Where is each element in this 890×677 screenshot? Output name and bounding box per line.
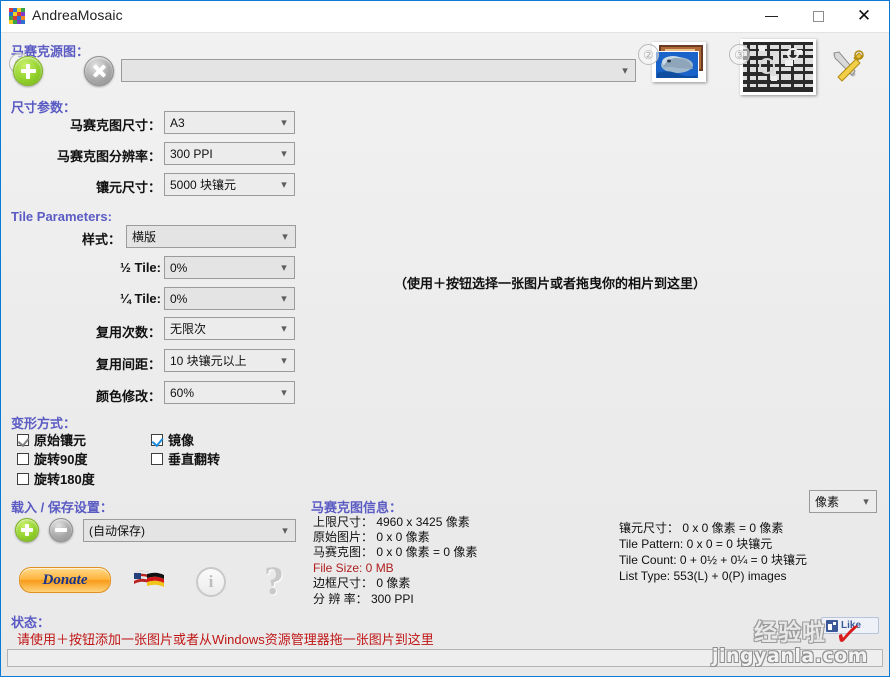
half-tile-value: 0% [170, 260, 188, 275]
reuse-distance-label: 复用间距： [95, 357, 161, 372]
quarter-tile-value: 0% [170, 291, 188, 306]
preset-select[interactable]: (自动保存) ▾ [83, 519, 296, 542]
checkbox-box-icon [151, 453, 163, 465]
status-message: 请使用＋按钮添加一张图片或者从Windows资源管理器拖一张图片到这里 [17, 632, 434, 647]
help-icon[interactable]: ? [264, 561, 284, 601]
checkbox-original-tile[interactable]: 原始镶元 [17, 430, 86, 449]
tile-info-tile-size: 镶元尺寸： 0 x 0 像素 = 0 像素 [619, 521, 784, 535]
reuse-count-label: 复用次数： [95, 325, 161, 340]
checkbox-rotate-90[interactable]: 旋转90度 [17, 449, 87, 468]
mosaic-resolution-label: 马赛克图分辨率： [56, 149, 161, 164]
checkbox-box-icon [151, 434, 163, 446]
settings-section-header: 载入 / 保存设置： [11, 500, 113, 515]
half-tile-label: ½ Tile: [120, 260, 161, 275]
chevron-down-icon[interactable]: ▾ [274, 355, 294, 366]
mosaic-size-value: A3 [170, 115, 185, 130]
mosaic-preview-thumbnail[interactable] [740, 39, 816, 95]
quarter-tile-label: ¼ Tile: [120, 291, 161, 306]
reuse-count-value: 无限次 [170, 322, 207, 336]
chevron-down-icon[interactable]: ▾ [615, 65, 635, 76]
mosaic-size-label: 马赛克图尺寸： [69, 118, 161, 133]
tile-info-tile-count: Tile Count: 0 + 0½ + 0¼ = 0 块镶元 [619, 553, 807, 567]
checkbox-rotate-90-label: 旋转90度 [34, 452, 88, 467]
tools-icon[interactable] [829, 49, 867, 85]
tile-style-value: 横版 [132, 230, 157, 244]
quarter-tile-select[interactable]: 0% ▾ [164, 287, 295, 310]
color-change-value: 60% [170, 385, 195, 400]
maximize-button[interactable] [795, 1, 841, 31]
minimize-button[interactable] [748, 1, 794, 31]
mosaic-resolution-select[interactable]: 300 PPI ▾ [164, 142, 295, 165]
checkbox-box-icon [17, 473, 29, 485]
checkbox-mirror-label: 镜像 [168, 433, 195, 448]
tile-style-select[interactable]: 横版 ▾ [126, 225, 296, 248]
mosaic-info-line-2: 原始图片： 0 x 0 像素 [313, 530, 430, 544]
mosaic-info-line-1: 上限尺寸： 4960 x 3425 像素 [313, 515, 470, 529]
chevron-down-icon[interactable]: ▾ [274, 293, 294, 304]
donate-button-label: Donate [42, 571, 88, 588]
preset-value: (自动保存) [89, 524, 145, 538]
checkbox-mirror[interactable]: 镜像 [151, 430, 194, 449]
checkbox-box-icon [17, 453, 29, 465]
tile-info-tile-pattern: Tile Pattern: 0 x 0 = 0 块镶元 [619, 537, 773, 551]
chevron-down-icon[interactable]: ▾ [274, 179, 294, 190]
chevron-down-icon[interactable]: ▾ [275, 231, 295, 242]
unit-value: 像素 [815, 495, 840, 509]
mosaic-info-line-3: 马赛克图： 0 x 0 像素 = 0 像素 [313, 545, 478, 559]
window-title: AndreaMosaic [32, 7, 123, 23]
chevron-down-icon[interactable]: ▾ [275, 525, 295, 536]
red-check-mark-icon: ✓ [831, 613, 866, 657]
checkbox-flip-vertical[interactable]: 垂直翻转 [151, 449, 220, 468]
checkbox-rotate-180-label: 旋转180度 [34, 472, 95, 487]
unit-select[interactable]: 像素 ▾ [809, 490, 877, 513]
color-change-select[interactable]: 60% ▾ [164, 381, 295, 404]
tile-size-value: 5000 块镶元 [170, 178, 237, 192]
mosaic-resolution-value: 300 PPI [170, 146, 213, 161]
dolphin-photo-thumbnail[interactable] [652, 42, 706, 82]
clear-source-image-button[interactable] [84, 56, 114, 86]
andreamosaic-window: AndreaMosaic ✕ 马赛克源图： ① ▾ ② ③ [0, 0, 890, 677]
source-image-path-input[interactable]: ▾ [121, 59, 636, 82]
drop-zone-hint: （使用＋按钮选择一张图片或者拖曳你的相片到这里） [394, 276, 707, 291]
info-icon[interactable]: i [196, 567, 226, 597]
donate-button[interactable]: Donate [19, 567, 111, 593]
mosaic-size-select[interactable]: A3 ▾ [164, 111, 295, 134]
tile-parameters-header: Tile Parameters: [11, 209, 112, 224]
reuse-distance-value: 10 块镶元以上 [170, 354, 247, 368]
step-2-badge: ② [638, 44, 659, 65]
chevron-down-icon[interactable]: ▾ [274, 148, 294, 159]
mosaic-preview-image [743, 42, 813, 92]
mosaic-info-file-size: File Size: 0 MB [313, 561, 394, 575]
mosaic-info-border-size: 边框尺寸： 0 像素 [313, 576, 411, 590]
chevron-down-icon[interactable]: ▾ [274, 387, 294, 398]
checkbox-original-tile-label: 原始镶元 [34, 433, 87, 448]
checkbox-rotate-180[interactable]: 旋转180度 [17, 469, 95, 488]
chevron-down-icon[interactable]: ▾ [274, 262, 294, 273]
chevron-down-icon[interactable]: ▾ [856, 496, 876, 507]
reuse-count-select[interactable]: 无限次 ▾ [164, 317, 295, 340]
size-section-header: 尺寸参数： [11, 100, 77, 115]
chevron-down-icon[interactable]: ▾ [274, 117, 294, 128]
tile-size-select[interactable]: 5000 块镶元 ▾ [164, 173, 295, 196]
dolphin-photo-image [655, 45, 703, 79]
add-preset-button[interactable] [15, 518, 39, 542]
app-logo-icon [9, 8, 25, 24]
color-change-label: 颜色修改： [95, 389, 161, 404]
reuse-distance-select[interactable]: 10 块镶元以上 ▾ [164, 349, 295, 372]
add-source-image-button[interactable] [13, 56, 43, 86]
checkbox-box-icon [17, 434, 29, 446]
close-button[interactable]: ✕ [841, 1, 887, 31]
mosaic-info-header: 马赛克图信息： [311, 500, 403, 515]
title-bar: AndreaMosaic ✕ [1, 1, 889, 33]
tile-style-label: 样式： [81, 232, 121, 247]
mosaic-info-resolution: 分 辨 率： 300 PPI [313, 592, 414, 606]
chevron-down-icon[interactable]: ▾ [274, 323, 294, 334]
tile-size-label: 镶元尺寸： [95, 180, 161, 195]
checkbox-flip-vertical-label: 垂直翻转 [168, 452, 221, 467]
flag-icon[interactable] [134, 569, 164, 589]
tile-info-list-type: List Type: 553(L) + 0(P) images [619, 569, 787, 583]
step-3-badge: ③ [729, 44, 750, 65]
remove-preset-button[interactable] [49, 518, 73, 542]
half-tile-select[interactable]: 0% ▾ [164, 256, 295, 279]
